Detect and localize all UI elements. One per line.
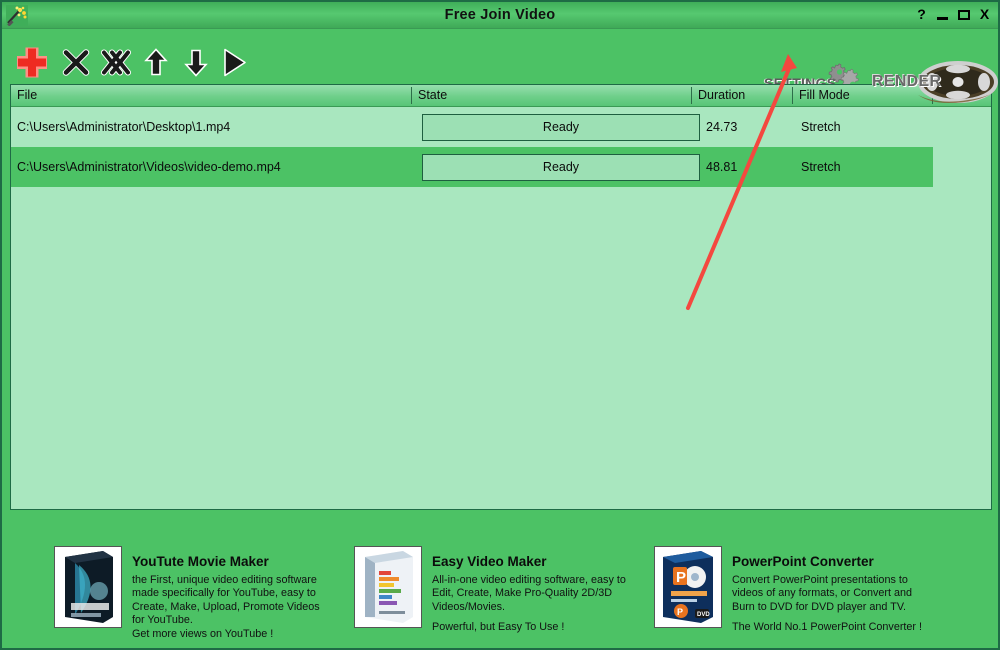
promo-title: PowerPoint Converter bbox=[732, 554, 874, 569]
promo-title: YouTute Movie Maker bbox=[132, 554, 269, 569]
window-title: Free Join Video bbox=[444, 7, 556, 23]
promo-description: the First, unique video editing software… bbox=[132, 574, 347, 641]
promo-line: the First, unique video editing software bbox=[132, 574, 317, 586]
play-icon bbox=[224, 48, 246, 77]
svg-text:P: P bbox=[676, 569, 686, 586]
column-header-state[interactable]: State bbox=[412, 85, 447, 106]
cell-fill-mode: Stretch bbox=[801, 120, 841, 134]
move-down-button[interactable] bbox=[184, 48, 208, 83]
promo-line: made specifically for YouTube, easy to bbox=[132, 587, 316, 600]
cell-duration: 48.81 bbox=[706, 160, 738, 174]
cell-state: Ready bbox=[422, 114, 700, 141]
play-button[interactable] bbox=[222, 48, 248, 83]
x-icon bbox=[62, 49, 90, 76]
cell-file: C:\Users\Administrator\Videos\video-demo… bbox=[17, 160, 281, 174]
toolbar: SETTINGS RENDER bbox=[2, 29, 998, 103]
maximize-icon bbox=[957, 10, 970, 20]
help-button[interactable]: ? bbox=[913, 6, 930, 23]
promo-line: Powerful, but Easy To Use ! bbox=[432, 621, 565, 634]
promo-line: Create, Make, Upload, Promote Videos bbox=[132, 600, 320, 613]
svg-text:P: P bbox=[677, 607, 683, 617]
promo-line: Burn to DVD for DVD player and TV. bbox=[732, 600, 907, 613]
cell-state: Ready bbox=[422, 154, 700, 181]
promo-line: The World No.1 PowerPoint Converter ! bbox=[732, 621, 923, 634]
promo-description: Convert PowerPoint presentations to vide… bbox=[732, 574, 947, 635]
easy-video-maker-box-icon bbox=[354, 546, 422, 628]
cell-fill-mode: Stretch bbox=[801, 160, 841, 174]
plus-icon bbox=[17, 47, 47, 78]
column-header-fillmode[interactable]: Fill Mode bbox=[793, 85, 850, 106]
title-bar: Free Join Video ? X bbox=[2, 2, 998, 29]
promo-title: Easy Video Maker bbox=[432, 554, 547, 569]
promo-line: Convert PowerPoint presentations to bbox=[732, 574, 908, 586]
add-file-button[interactable] bbox=[12, 43, 52, 88]
minimize-icon bbox=[937, 17, 948, 20]
table-row[interactable]: C:\Users\Administrator\Videos\video-demo… bbox=[11, 147, 933, 187]
remove-all-button[interactable] bbox=[100, 49, 134, 82]
remove-file-button[interactable] bbox=[62, 49, 90, 82]
promo-area: YouTute Movie Maker the First, unique vi… bbox=[2, 514, 998, 648]
column-header-file[interactable]: File bbox=[11, 85, 37, 106]
double-x-icon bbox=[101, 49, 131, 76]
column-header-duration[interactable]: Duration bbox=[692, 85, 745, 106]
promo-line: All-in-one video editing software, easy … bbox=[432, 574, 626, 586]
minimize-button[interactable] bbox=[934, 6, 951, 23]
close-button[interactable]: X bbox=[976, 6, 993, 23]
promo-spacer bbox=[432, 614, 647, 621]
promo-line: Videos/Movies. bbox=[432, 600, 506, 613]
file-list-header: File State Duration Fill Mode bbox=[11, 85, 991, 107]
youtute-movie-maker-box-icon bbox=[54, 546, 122, 628]
powerpoint-converter-box-icon: P P DVD bbox=[654, 546, 722, 628]
cell-file: C:\Users\Administrator\Desktop\1.mp4 bbox=[17, 120, 231, 134]
promo-line: for YouTube. bbox=[132, 614, 193, 627]
promo-line: Get more views on YouTube ! bbox=[132, 627, 274, 640]
promo-youtute-movie-maker[interactable]: YouTute Movie Maker the First, unique vi… bbox=[54, 532, 344, 640]
arrow-down-icon bbox=[184, 49, 208, 77]
promo-spacer bbox=[732, 614, 947, 621]
cell-duration: 24.73 bbox=[706, 120, 738, 134]
promo-description: All-in-one video editing software, easy … bbox=[432, 574, 647, 635]
app-window: Free Join Video ? X SETTINGS RENDER File… bbox=[0, 0, 1000, 650]
promo-powerpoint-converter[interactable]: P P DVD PowerPoint Converter Convert Pow… bbox=[654, 532, 954, 640]
file-list-panel[interactable]: File State Duration Fill Mode C:\Users\A… bbox=[10, 84, 992, 510]
arrow-up-icon bbox=[144, 48, 168, 76]
promo-line: Edit, Create, Make Pro-Quality 2D/3D bbox=[432, 587, 613, 600]
file-list-body: C:\Users\Administrator\Desktop\1.mp4 Rea… bbox=[11, 107, 991, 187]
maximize-button[interactable] bbox=[955, 6, 972, 23]
svg-text:DVD: DVD bbox=[697, 612, 710, 618]
move-up-button[interactable] bbox=[144, 48, 168, 83]
promo-line: videos of any formats, or Convert and bbox=[732, 587, 913, 600]
render-label: RENDER bbox=[872, 73, 942, 90]
table-row[interactable]: C:\Users\Administrator\Desktop\1.mp4 Rea… bbox=[11, 107, 933, 147]
promo-easy-video-maker[interactable]: Easy Video Maker All-in-one video editin… bbox=[354, 532, 644, 640]
